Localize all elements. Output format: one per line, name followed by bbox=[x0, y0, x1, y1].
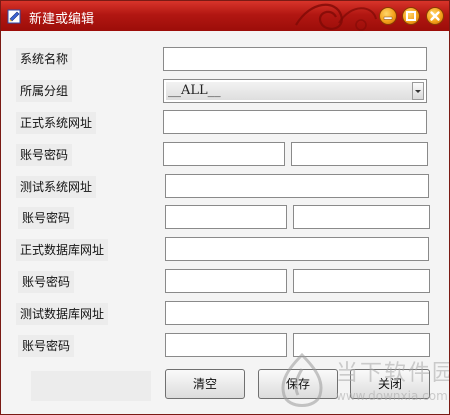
prod-system-account-label: 账号密码 bbox=[16, 144, 73, 166]
maximize-button[interactable] bbox=[402, 7, 420, 25]
test-system-password-field[interactable] bbox=[293, 205, 430, 229]
system-name-label: 系统名称 bbox=[16, 48, 73, 70]
clear-button[interactable]: 清空 bbox=[165, 369, 245, 399]
test-db-account-label: 账号密码 bbox=[18, 335, 75, 357]
prod-db-url-label: 正式数据库网址 bbox=[16, 239, 109, 261]
group-select[interactable]: __ALL__ bbox=[163, 79, 427, 103]
test-system-account-label: 账号密码 bbox=[18, 207, 75, 229]
watermark-url: www.downxia.com bbox=[336, 389, 448, 403]
test-db-url-label: 测试数据库网址 bbox=[16, 303, 109, 325]
test-db-url-field[interactable] bbox=[165, 301, 429, 325]
app-icon bbox=[7, 9, 21, 24]
prod-system-url-label: 正式系统网址 bbox=[16, 112, 97, 134]
prod-db-password-field[interactable] bbox=[293, 269, 430, 293]
prod-db-account-label: 账号密码 bbox=[18, 271, 75, 293]
dialog-window: 新建或编辑 系统名称 所属分组 __ALL__ 正式系统网址 账号密码 测试系统… bbox=[0, 0, 450, 415]
chevron-down-icon bbox=[415, 90, 421, 93]
close-window-button[interactable] bbox=[426, 7, 444, 25]
prod-db-url-field[interactable] bbox=[165, 237, 429, 261]
maximize-icon bbox=[406, 11, 416, 21]
group-selected-value: __ALL__ bbox=[166, 82, 414, 100]
prod-system-password-field[interactable] bbox=[291, 142, 428, 166]
dropdown-button[interactable] bbox=[412, 82, 424, 100]
prod-db-username-field[interactable] bbox=[165, 269, 287, 293]
close-icon bbox=[430, 11, 440, 21]
title-bar[interactable]: 新建或编辑 bbox=[1, 1, 449, 31]
status-area bbox=[31, 371, 151, 401]
system-name-field[interactable] bbox=[163, 47, 427, 71]
test-system-username-field[interactable] bbox=[165, 205, 287, 229]
watermark-text: 当下软件园 bbox=[336, 361, 450, 386]
test-system-url-field[interactable] bbox=[165, 174, 429, 198]
prod-system-url-field[interactable] bbox=[163, 110, 427, 134]
minimize-button[interactable] bbox=[379, 7, 397, 25]
prod-system-username-field[interactable] bbox=[163, 142, 285, 166]
test-system-url-label: 测试系统网址 bbox=[16, 176, 97, 198]
title-decoration bbox=[295, 3, 377, 31]
watermark: 当下软件园 www.downxia.com bbox=[274, 349, 449, 414]
group-label: 所属分组 bbox=[16, 80, 73, 102]
watermark-logo-icon bbox=[281, 352, 323, 407]
test-db-username-field[interactable] bbox=[165, 333, 287, 357]
minimize-icon bbox=[383, 16, 393, 20]
form-area: 系统名称 所属分组 __ALL__ 正式系统网址 账号密码 测试系统网址 账号密… bbox=[2, 31, 449, 414]
window-title: 新建或编辑 bbox=[29, 12, 95, 27]
